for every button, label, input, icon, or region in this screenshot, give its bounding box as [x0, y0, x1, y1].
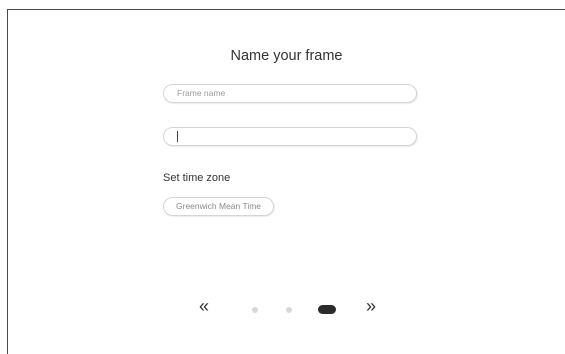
- frame-name-placeholder: Frame name: [177, 88, 226, 98]
- page-dot-2[interactable]: [286, 307, 292, 313]
- page-title: Name your frame: [230, 48, 343, 64]
- next-page-icon[interactable]: »: [366, 297, 376, 315]
- previous-page-icon[interactable]: «: [199, 297, 209, 315]
- time-zone-label: Set time zone: [163, 172, 231, 184]
- frame-window: Name your frame Frame name Set time zone…: [7, 9, 565, 354]
- time-zone-select[interactable]: Greenwich Mean Time: [163, 197, 275, 216]
- page-dot-3-active[interactable]: [318, 305, 336, 314]
- frame-name-input[interactable]: Frame name: [163, 84, 417, 103]
- text-cursor: [177, 131, 178, 142]
- page-dot-1[interactable]: [252, 307, 258, 313]
- second-text-input[interactable]: [163, 127, 417, 146]
